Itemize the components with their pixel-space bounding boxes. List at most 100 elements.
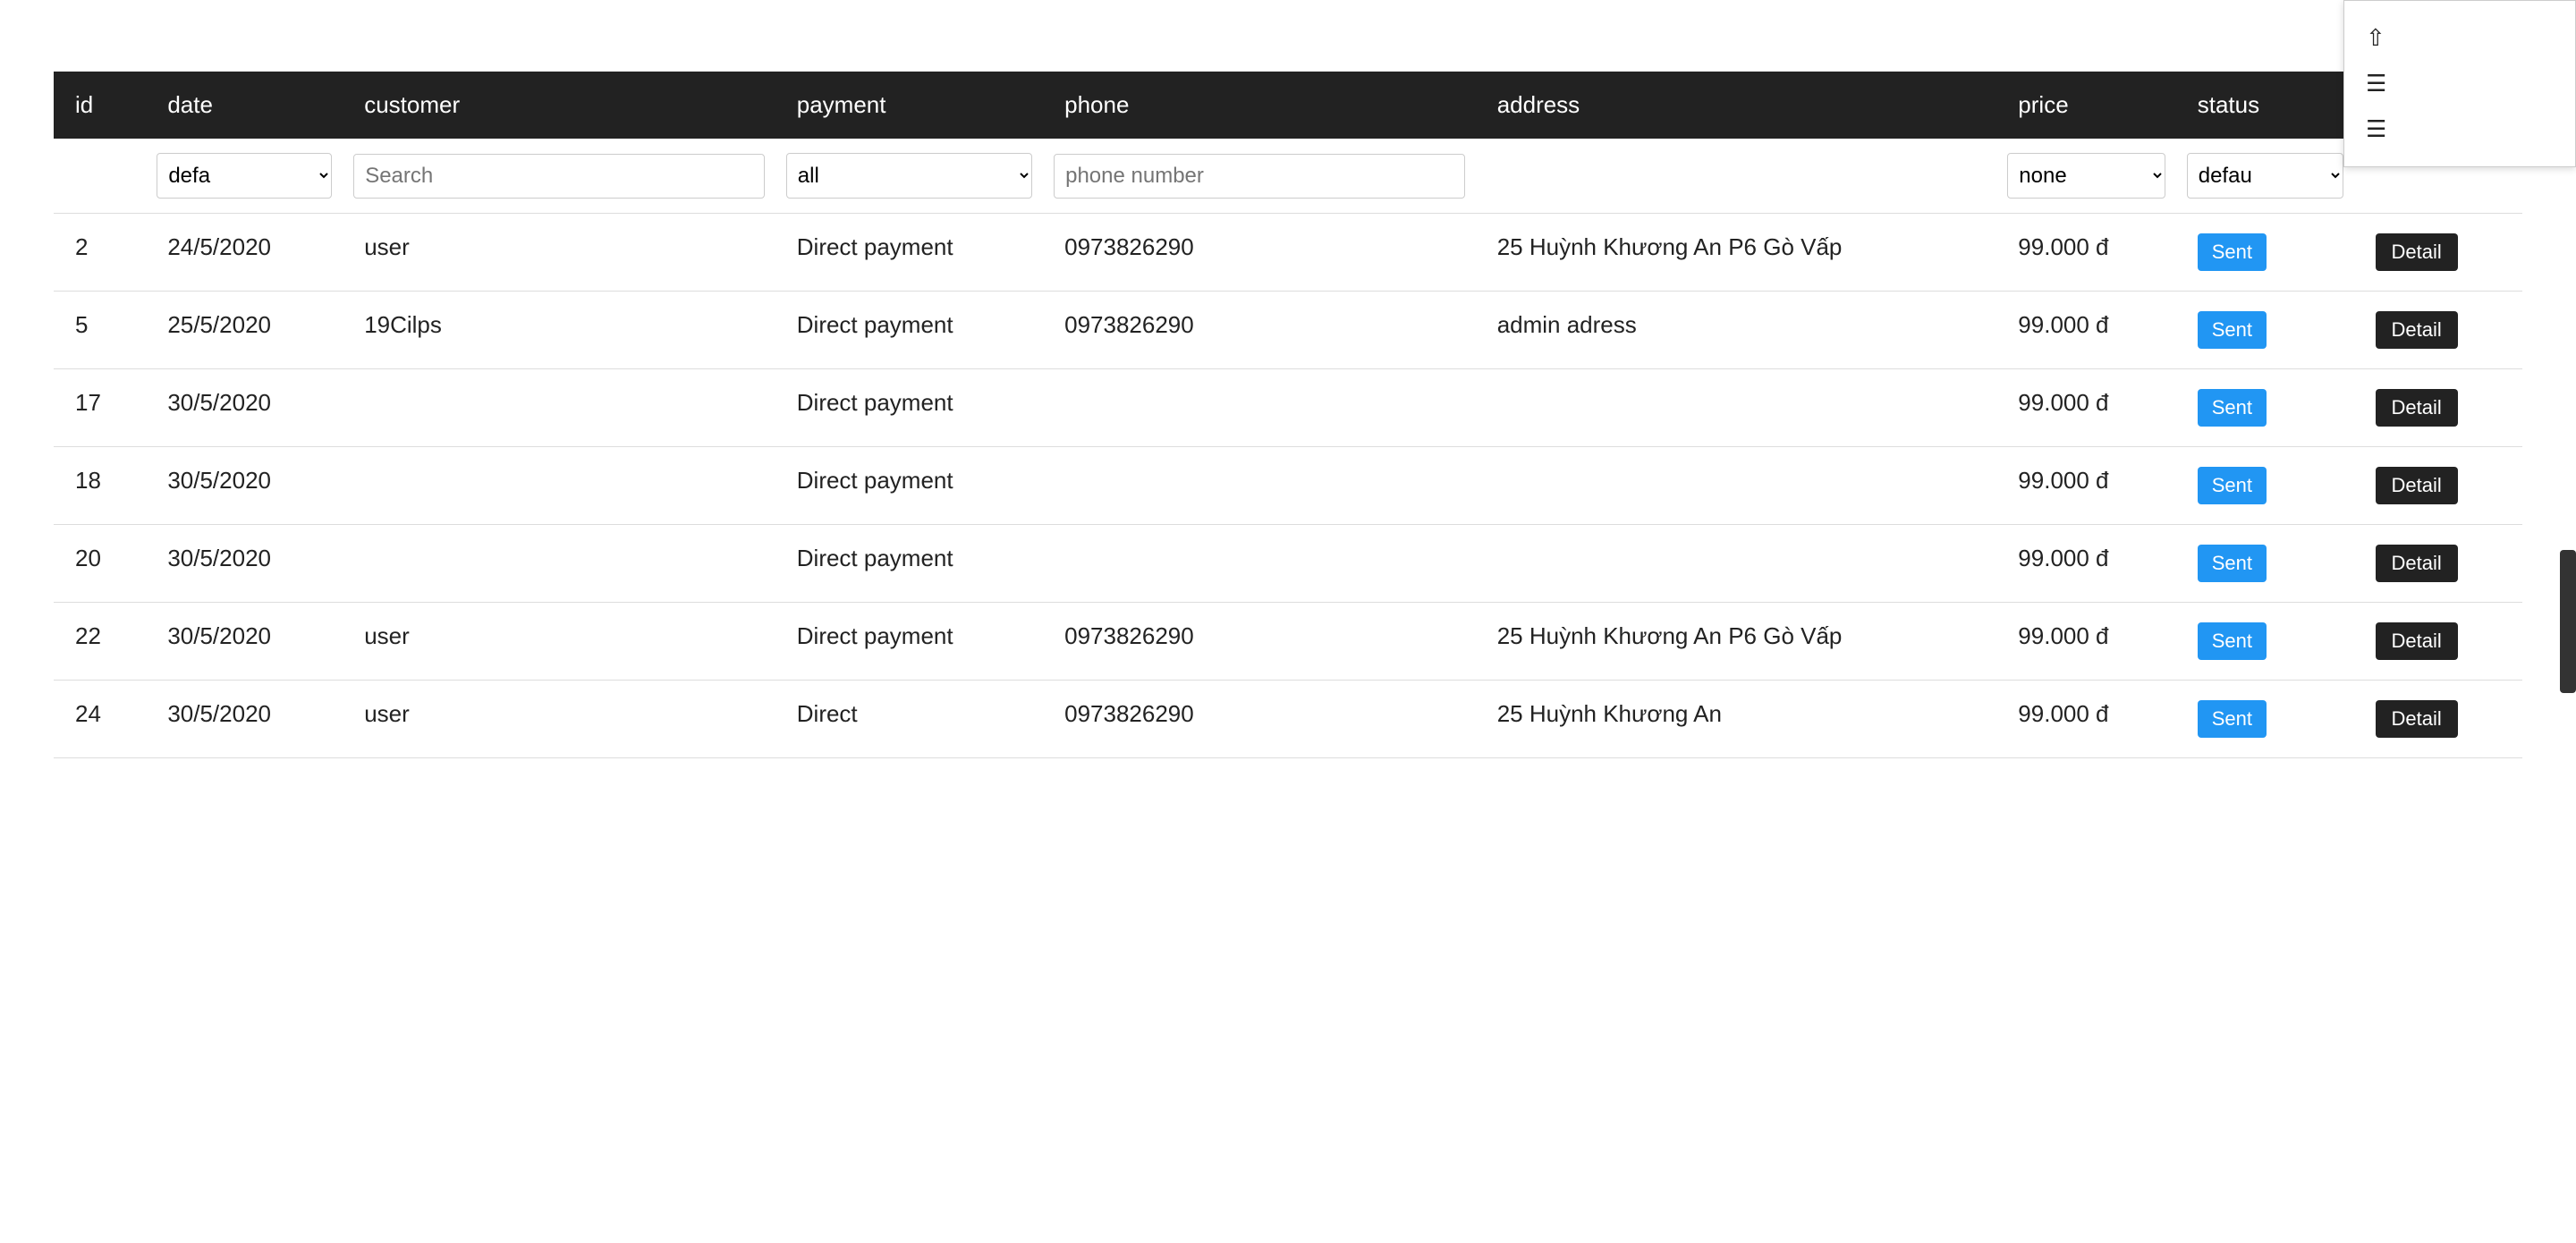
col-header-date: date [146,72,343,139]
detail-button[interactable]: Detail [2376,622,2458,660]
detail-button[interactable]: Detail [2376,700,2458,738]
cell-status: Sent [2176,214,2354,292]
cell-id: 5 [54,292,146,369]
col-header-price: price [1996,72,2175,139]
table-header-row: id date customer payment phone address p… [54,72,2522,139]
phone-filter-input[interactable] [1054,154,1465,199]
col-header-customer: customer [343,72,775,139]
status-filter-select[interactable]: defau sent pending [2187,153,2343,199]
cell-address [1476,525,1997,603]
cell-status: Sent [2176,369,2354,447]
cell-id: 24 [54,681,146,758]
detail-button[interactable]: Detail [2376,389,2458,427]
cell-price: 99.000 đ [1996,525,2175,603]
cell-status: Sent [2176,292,2354,369]
cell-phone [1043,525,1476,603]
cell-date: 30/5/2020 [146,603,343,681]
cell-address [1476,369,1997,447]
cell-address: 25 Huỳnh Khương An P6 Gò Vấp [1476,603,1997,681]
cell-payment: Direct payment [775,369,1043,447]
cell-status: Sent [2176,603,2354,681]
col-header-id: id [54,72,146,139]
top-menu: ⇧ ☰ ☰ [2343,0,2576,167]
cell-customer [343,369,775,447]
sent-badge: Sent [2198,467,2267,504]
menu-item-products[interactable]: ☰ [2366,61,2554,106]
cell-payment: Direct payment [775,603,1043,681]
cell-status: Sent [2176,681,2354,758]
cell-id: 18 [54,447,146,525]
customer-search-input[interactable] [353,154,765,199]
sent-badge: Sent [2198,545,2267,582]
table-row: 1830/5/2020 Direct payment 99.000 đ Sent Det… [54,447,2522,525]
cell-customer: user [343,681,775,758]
cell-action[interactable]: Detail [2354,214,2522,292]
cell-date: 30/5/2020 [146,447,343,525]
filter-row: defa asc desc all direct online [54,139,2522,214]
cell-address [1476,447,1997,525]
cell-id: 22 [54,603,146,681]
filter-customer-cell[interactable] [343,139,775,214]
cell-action[interactable]: Detail [2354,681,2522,758]
main-content: id date customer payment phone address p… [0,0,2576,794]
col-header-phone: phone [1043,72,1476,139]
cell-action[interactable]: Detail [2354,447,2522,525]
cell-payment: Direct payment [775,292,1043,369]
col-header-payment: payment [775,72,1043,139]
cell-address: 25 Huỳnh Khương An P6 Gò Vấp [1476,214,1997,292]
detail-button[interactable]: Detail [2376,467,2458,504]
cell-date: 30/5/2020 [146,681,343,758]
filter-id-cell [54,139,146,214]
filter-payment-cell[interactable]: all direct online [775,139,1043,214]
cell-payment: Direct payment [775,525,1043,603]
cell-status: Sent [2176,525,2354,603]
menu-item-post-product[interactable]: ⇧ [2366,15,2554,61]
cell-payment: Direct payment [775,447,1043,525]
cell-phone: 0973826290 [1043,681,1476,758]
cell-payment: Direct [775,681,1043,758]
cell-id: 17 [54,369,146,447]
cell-id: 20 [54,525,146,603]
list-icon-orders: ☰ [2366,115,2386,143]
cell-action[interactable]: Detail [2354,369,2522,447]
cell-phone [1043,447,1476,525]
cell-action[interactable]: Detail [2354,525,2522,603]
filter-status-cell[interactable]: defau sent pending [2176,139,2354,214]
cell-status: Sent [2176,447,2354,525]
detail-button[interactable]: Detail [2376,545,2458,582]
cell-customer: 19Cilps [343,292,775,369]
detail-button[interactable]: Detail [2376,233,2458,271]
cell-address: admin adress [1476,292,1997,369]
filter-price-cell[interactable]: none asc desc [1996,139,2175,214]
list-icon-products: ☰ [2366,70,2386,97]
cell-phone [1043,369,1476,447]
cell-action[interactable]: Detail [2354,603,2522,681]
cell-price: 99.000 đ [1996,292,2175,369]
payment-filter-select[interactable]: all direct online [786,153,1032,199]
filter-address-cell [1476,139,1997,214]
cell-date: 25/5/2020 [146,292,343,369]
filter-phone-cell[interactable] [1043,139,1476,214]
cell-action[interactable]: Detail [2354,292,2522,369]
cell-phone: 0973826290 [1043,292,1476,369]
col-header-address: address [1476,72,1997,139]
cell-date: 30/5/2020 [146,525,343,603]
detail-button[interactable]: Detail [2376,311,2458,349]
scrollbar-indicator[interactable] [2560,550,2576,693]
price-filter-select[interactable]: none asc desc [2007,153,2165,199]
cell-price: 99.000 đ [1996,369,2175,447]
date-filter-select[interactable]: defa asc desc [157,153,332,199]
cell-payment: Direct payment [775,214,1043,292]
cell-customer [343,525,775,603]
cell-customer: user [343,214,775,292]
menu-item-list-order[interactable]: ☰ [2366,106,2554,152]
table-row: 2430/5/2020userDirect097382629025 Huỳnh … [54,681,2522,758]
sent-badge: Sent [2198,233,2267,271]
filter-date-cell[interactable]: defa asc desc [146,139,343,214]
cell-address: 25 Huỳnh Khương An [1476,681,1997,758]
cell-price: 99.000 đ [1996,447,2175,525]
cell-date: 30/5/2020 [146,369,343,447]
table-row: 224/5/2020userDirect payment097382629025… [54,214,2522,292]
table-row: 2230/5/2020userDirect payment09738262902… [54,603,2522,681]
cell-phone: 0973826290 [1043,214,1476,292]
